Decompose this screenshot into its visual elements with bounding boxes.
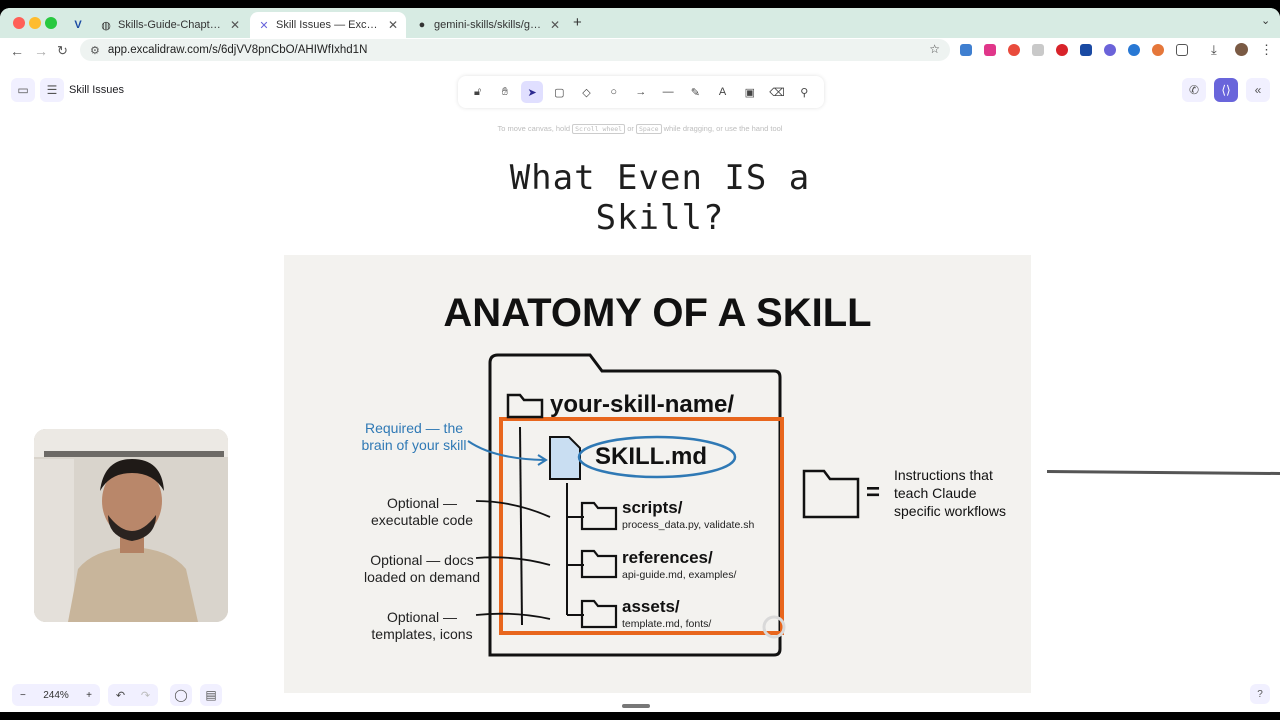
minimize-window-button[interactable] xyxy=(29,17,41,29)
eraser-tool-icon[interactable]: ⌫ xyxy=(766,81,788,103)
redo-icon[interactable]: ↷ xyxy=(141,689,150,702)
help-icon[interactable]: ? xyxy=(1250,684,1270,704)
shape-toolbar: 🔓︎ ✋︎ ➤ ▢ ◇ ○ → — ✎ A ▣ ⌫ ⚲ xyxy=(458,76,824,108)
adblock-extension-icon[interactable] xyxy=(1008,44,1020,56)
profile-avatar[interactable] xyxy=(1235,43,1248,56)
call-icon[interactable]: ✆ xyxy=(1182,78,1206,102)
required-annotation: Required — the brain of your skill xyxy=(361,420,467,453)
vercel-icon: V xyxy=(74,19,82,31)
browser-window: V ◍ Skills-Guide-Chapter-Overvi ✕ ✕ Skil… xyxy=(0,8,1280,712)
presenter-video xyxy=(34,429,228,622)
references-annotation: Optional — docs loaded on demand xyxy=(364,552,480,585)
new-tab-icon[interactable]: + xyxy=(573,14,582,31)
skill-definition: Instructions that teach Claude specific … xyxy=(894,467,1007,519)
references-folder-icon xyxy=(580,549,618,579)
root-folder-name: your-skill-name/ xyxy=(550,391,735,418)
root-folder-icon xyxy=(506,393,544,419)
references-files: api-guide.md, examples/ xyxy=(622,569,737,581)
arrow-tool-icon[interactable]: → xyxy=(630,81,652,103)
reload-icon[interactable]: ↻ xyxy=(57,43,68,59)
bookmark-star-icon[interactable]: ☆ xyxy=(929,42,940,56)
equals-sign: = xyxy=(866,479,881,506)
ellipse-tool-icon[interactable]: ○ xyxy=(603,81,625,103)
zoom-controls: − 244% + xyxy=(12,684,100,706)
text-tool-icon[interactable]: A xyxy=(712,81,734,103)
figma-extension-icon[interactable] xyxy=(984,44,996,56)
bottom-sheet-handle[interactable] xyxy=(622,704,650,708)
comment-icon[interactable]: ◯ xyxy=(170,684,192,706)
skill-folder-icon xyxy=(802,469,860,519)
rectangle-tool-icon[interactable]: ▢ xyxy=(548,81,570,103)
webcam-overlay xyxy=(34,429,228,622)
scripts-folder-name: scripts/ xyxy=(622,498,683,517)
canvas-hint: To move canvas, hold Scroll wheel or Spa… xyxy=(497,124,783,134)
diamond-tool-icon[interactable]: ◇ xyxy=(575,81,597,103)
claude-extension-icon[interactable] xyxy=(1152,44,1164,56)
back-icon[interactable]: ← xyxy=(10,43,24,59)
document-name[interactable]: Skill Issues xyxy=(69,84,124,96)
skill-file-icon xyxy=(549,436,581,480)
main-menu-icon[interactable]: ☰ xyxy=(40,78,64,102)
excalidraw-icon: ✕ xyxy=(259,19,269,32)
hand-tool-icon[interactable]: ✋︎ xyxy=(494,81,516,103)
close-window-button[interactable] xyxy=(13,17,25,29)
close-tab-icon[interactable]: ✕ xyxy=(230,18,240,32)
tab-excalidraw[interactable]: ✕ Skill Issues — Excalidraw Plus ✕ xyxy=(250,12,406,38)
tab-skills-guide[interactable]: ◍ Skills-Guide-Chapter-Overvi ✕ xyxy=(92,12,248,38)
zoom-in-button[interactable]: + xyxy=(86,690,92,701)
browser-menu-icon[interactable]: ⋮ xyxy=(1260,42,1273,58)
pencil-tool-icon[interactable]: ✎ xyxy=(684,81,706,103)
references-folder-name: references/ xyxy=(622,548,713,567)
scripts-folder-icon xyxy=(580,501,618,531)
selection-tool-icon[interactable]: ➤ xyxy=(521,81,544,103)
lock-icon[interactable]: 🔓︎ xyxy=(467,81,489,103)
tab-github[interactable]: ● gemini-skills/skills/gemini-ap ✕ xyxy=(408,12,568,38)
mail-extension-icon[interactable] xyxy=(1032,44,1044,56)
present-icon[interactable]: ▤ xyxy=(200,684,222,706)
tab-search-icon[interactable]: ⌄ xyxy=(1261,14,1270,27)
tab-strip: V ◍ Skills-Guide-Chapter-Overvi ✕ ✕ Skil… xyxy=(0,8,1280,38)
library-icon[interactable]: ▭ xyxy=(11,78,35,102)
address-bar[interactable]: ⚙ app.excalidraw.com/s/6djVV8pnCbO/AHIWf… xyxy=(80,39,950,61)
extensions-puzzle-icon[interactable] xyxy=(1176,44,1188,56)
forward-icon[interactable]: → xyxy=(34,43,48,59)
assets-folder-icon xyxy=(580,599,618,629)
maximize-window-button[interactable] xyxy=(45,17,57,29)
zoom-level[interactable]: 244% xyxy=(43,690,69,701)
vercel-extension-icon[interactable] xyxy=(1080,44,1092,56)
github-icon: ● xyxy=(418,19,426,31)
excalidraw-app: ▭ ☰ Skill Issues 🔓︎ ✋︎ ➤ ▢ ◇ ○ → — ✎ A ▣… xyxy=(0,64,1280,708)
scripts-annotation: Optional — executable code xyxy=(371,495,473,528)
download-icon[interactable]: ⤓ xyxy=(1211,42,1217,58)
extension-icon[interactable] xyxy=(1104,44,1116,56)
scripts-files: process_data.py, validate.sh xyxy=(622,519,755,531)
undo-icon[interactable]: ↶ xyxy=(116,689,125,702)
extension-icon[interactable] xyxy=(1128,44,1140,56)
site-info-icon[interactable]: ⚙ xyxy=(90,44,100,57)
assets-annotation: Optional — templates, icons xyxy=(371,609,473,642)
assets-folder-name: assets/ xyxy=(622,597,680,616)
close-tab-icon[interactable]: ✕ xyxy=(550,18,560,32)
line-tool-icon[interactable]: — xyxy=(657,81,679,103)
more-tools-icon[interactable]: ⚲ xyxy=(793,81,815,103)
anatomy-slide-image[interactable]: ANATOMY OF A SKILL your-skill-name/ SKIL… xyxy=(284,255,1031,693)
share-button[interactable]: ⟨⟩ xyxy=(1214,78,1238,102)
browser-toolbar: ← → ↻ ⚙ app.excalidraw.com/s/6djVV8pnCbO… xyxy=(0,38,1280,64)
tab-vercel[interactable]: V xyxy=(64,12,92,38)
opera-extension-icon[interactable] xyxy=(1056,44,1068,56)
collapse-sidebar-icon[interactable]: « xyxy=(1246,78,1270,102)
image-tool-icon[interactable]: ▣ xyxy=(739,81,761,103)
close-tab-icon[interactable]: ✕ xyxy=(388,18,398,32)
assets-files: template.md, fonts/ xyxy=(622,618,712,630)
history-controls: ↶ ↷ xyxy=(108,684,158,706)
url-text: app.excalidraw.com/s/6djVV8pnCbO/AHIWfIx… xyxy=(107,44,368,56)
canvas-line[interactable] xyxy=(1046,469,1280,476)
canvas-title[interactable]: What Even IS a Skill? xyxy=(440,158,880,238)
extension-icon[interactable] xyxy=(960,44,972,56)
skill-file-name: SKILL.md xyxy=(595,443,707,470)
globe-icon: ◍ xyxy=(101,19,111,32)
zoom-out-button[interactable]: − xyxy=(20,690,26,701)
